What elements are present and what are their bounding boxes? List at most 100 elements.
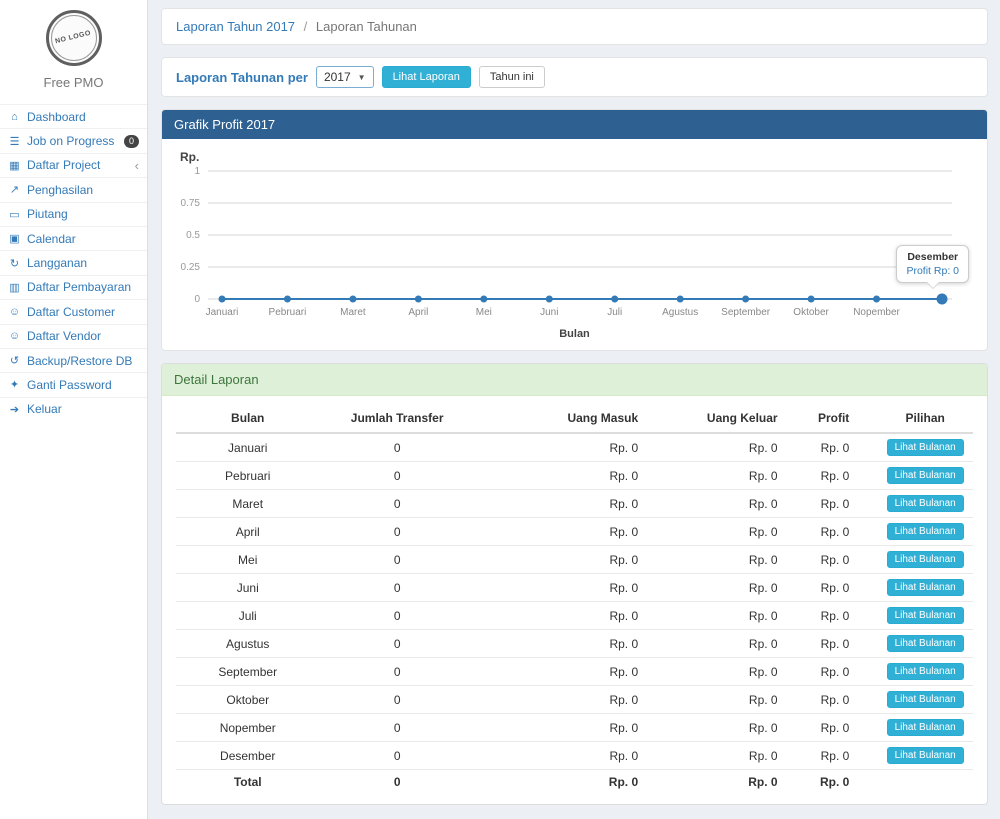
cell-masuk: Rp. 0 bbox=[475, 574, 666, 602]
data-point[interactable] bbox=[219, 296, 226, 303]
total-profit: Rp. 0 bbox=[806, 770, 878, 795]
calendar-icon: ▣ bbox=[8, 232, 21, 245]
year-select[interactable]: 2017 ▼ bbox=[316, 66, 374, 88]
table-total-row: Total 0 Rp. 0 Rp. 0 Rp. 0 bbox=[176, 770, 973, 795]
col-bulan: Bulan bbox=[176, 404, 319, 433]
y-tick-label: 0.75 bbox=[181, 198, 201, 209]
lihat-bulanan-button[interactable]: Lihat Bulanan bbox=[887, 691, 964, 708]
lihat-bulanan-button[interactable]: Lihat Bulanan bbox=[887, 607, 964, 624]
col-pilihan: Pilihan bbox=[877, 404, 973, 433]
cell-jumlah: 0 bbox=[319, 714, 474, 742]
sidebar-menu: ⌂ Dashboard ☰ Job on Progress 0 ▦ Daftar… bbox=[0, 104, 147, 421]
lihat-bulanan-button[interactable]: Lihat Bulanan bbox=[887, 439, 964, 456]
table-icon: ▦ bbox=[8, 159, 21, 172]
cell-jumlah: 0 bbox=[319, 462, 474, 490]
month-label: Agustus bbox=[662, 307, 698, 318]
month-label: Nopember bbox=[853, 307, 900, 318]
lihat-bulanan-button[interactable]: Lihat Bulanan bbox=[887, 523, 964, 540]
table-row: September 0 Rp. 0 Rp. 0 Rp. 0 Lihat Bula… bbox=[176, 658, 973, 686]
month-label: Juni bbox=[540, 307, 558, 318]
sidebar-item-piutang[interactable]: ▭ Piutang bbox=[0, 202, 147, 226]
cell-masuk: Rp. 0 bbox=[475, 686, 666, 714]
sidebar-item-backup-restore-db[interactable]: ↺ Backup/Restore DB bbox=[0, 348, 147, 372]
lihat-bulanan-button[interactable]: Lihat Bulanan bbox=[887, 467, 964, 484]
data-point[interactable] bbox=[415, 296, 422, 303]
data-point[interactable] bbox=[349, 296, 356, 303]
data-point[interactable] bbox=[808, 296, 815, 303]
lihat-laporan-button[interactable]: Lihat Laporan bbox=[382, 66, 471, 88]
table-row: Mei 0 Rp. 0 Rp. 0 Rp. 0 Lihat Bulanan bbox=[176, 546, 973, 574]
y-tick-label: 1 bbox=[194, 166, 200, 177]
cell-profit: Rp. 0 bbox=[806, 490, 878, 518]
sidebar: NO LOGO Free PMO ⌂ Dashboard ☰ Job on Pr… bbox=[0, 0, 148, 819]
cell-profit: Rp. 0 bbox=[806, 518, 878, 546]
data-point[interactable] bbox=[284, 296, 291, 303]
data-point[interactable] bbox=[611, 296, 618, 303]
data-point[interactable] bbox=[480, 296, 487, 303]
cell-keluar: Rp. 0 bbox=[666, 742, 805, 770]
lock-icon: ✦ bbox=[8, 378, 21, 391]
sidebar-item-ganti-password[interactable]: ✦ Ganti Password bbox=[0, 372, 147, 396]
sidebar-item-dashboard[interactable]: ⌂ Dashboard bbox=[0, 104, 147, 128]
lihat-bulanan-button[interactable]: Lihat Bulanan bbox=[887, 663, 964, 680]
no-logo-stamp: NO LOGO bbox=[46, 10, 102, 66]
cell-masuk: Rp. 0 bbox=[475, 658, 666, 686]
total-jumlah: 0 bbox=[319, 770, 474, 795]
cell-keluar: Rp. 0 bbox=[666, 518, 805, 546]
data-point[interactable] bbox=[677, 296, 684, 303]
cell-keluar: Rp. 0 bbox=[666, 686, 805, 714]
sidebar-item-daftar-vendor[interactable]: ☺ Daftar Vendor bbox=[0, 324, 147, 348]
sidebar-item-calendar[interactable]: ▣ Calendar bbox=[0, 226, 147, 250]
cell-jumlah: 0 bbox=[319, 742, 474, 770]
data-point[interactable] bbox=[546, 296, 553, 303]
table-row: Juni 0 Rp. 0 Rp. 0 Rp. 0 Lihat Bulanan bbox=[176, 574, 973, 602]
lihat-bulanan-button[interactable]: Lihat Bulanan bbox=[887, 747, 964, 764]
cell-profit: Rp. 0 bbox=[806, 462, 878, 490]
total-label: Total bbox=[176, 770, 319, 795]
lihat-bulanan-button[interactable]: Lihat Bulanan bbox=[887, 635, 964, 652]
col-profit: Profit bbox=[806, 404, 878, 433]
cell-bulan: Juni bbox=[176, 574, 319, 602]
data-point[interactable] bbox=[873, 296, 880, 303]
breadcrumb-separator: / bbox=[304, 19, 308, 34]
table-row: Maret 0 Rp. 0 Rp. 0 Rp. 0 Lihat Bulanan bbox=[176, 490, 973, 518]
chart-tooltip-value: Profit Rp: 0 bbox=[906, 265, 959, 277]
sidebar-item-langganan[interactable]: ↻ Langganan bbox=[0, 250, 147, 274]
tahun-ini-button[interactable]: Tahun ini bbox=[479, 66, 545, 88]
cell-masuk: Rp. 0 bbox=[475, 602, 666, 630]
month-label: Januari bbox=[206, 307, 239, 318]
profit-chart: 00.250.50.751Rp.JanuariPebruariMaretApri… bbox=[162, 139, 987, 350]
lihat-bulanan-button[interactable]: Lihat Bulanan bbox=[887, 495, 964, 512]
cell-jumlah: 0 bbox=[319, 433, 474, 462]
breadcrumb-link-laporan-tahun[interactable]: Laporan Tahun 2017 bbox=[176, 19, 295, 34]
cell-keluar: Rp. 0 bbox=[666, 630, 805, 658]
cell-profit: Rp. 0 bbox=[806, 714, 878, 742]
month-label: Juli bbox=[607, 307, 622, 318]
profit-chart-svg: 00.250.50.751Rp.JanuariPebruariMaretApri… bbox=[172, 147, 977, 325]
main-content: Laporan Tahun 2017 / Laporan Tahunan Lap… bbox=[149, 0, 1000, 819]
sidebar-item-daftar-pembayaran[interactable]: ▥ Daftar Pembayaran bbox=[0, 275, 147, 299]
cell-jumlah: 0 bbox=[319, 518, 474, 546]
chart-line-icon: ↗ bbox=[8, 183, 21, 196]
lihat-bulanan-button[interactable]: Lihat Bulanan bbox=[887, 551, 964, 568]
sidebar-item-daftar-customer[interactable]: ☺ Daftar Customer bbox=[0, 299, 147, 323]
table-row: Agustus 0 Rp. 0 Rp. 0 Rp. 0 Lihat Bulana… bbox=[176, 630, 973, 658]
money-icon: ▭ bbox=[8, 208, 21, 221]
cell-profit: Rp. 0 bbox=[806, 686, 878, 714]
cell-keluar: Rp. 0 bbox=[666, 574, 805, 602]
data-point[interactable] bbox=[742, 296, 749, 303]
month-label: Maret bbox=[340, 307, 366, 318]
sidebar-item-daftar-project[interactable]: ▦ Daftar Project ‹ bbox=[0, 153, 147, 177]
lihat-bulanan-button[interactable]: Lihat Bulanan bbox=[887, 579, 964, 596]
sidebar-item-job-on-progress[interactable]: ☰ Job on Progress 0 bbox=[0, 128, 147, 152]
col-uang-masuk: Uang Masuk bbox=[475, 404, 666, 433]
lihat-bulanan-button[interactable]: Lihat Bulanan bbox=[887, 719, 964, 736]
month-label: September bbox=[721, 307, 771, 318]
month-label: Mei bbox=[476, 307, 492, 318]
cell-jumlah: 0 bbox=[319, 546, 474, 574]
cell-profit: Rp. 0 bbox=[806, 602, 878, 630]
sidebar-item-penghasilan[interactable]: ↗ Penghasilan bbox=[0, 177, 147, 201]
data-point[interactable] bbox=[937, 294, 948, 305]
sidebar-item-keluar[interactable]: ➔ Keluar bbox=[0, 397, 147, 421]
month-label: Oktober bbox=[793, 307, 829, 318]
